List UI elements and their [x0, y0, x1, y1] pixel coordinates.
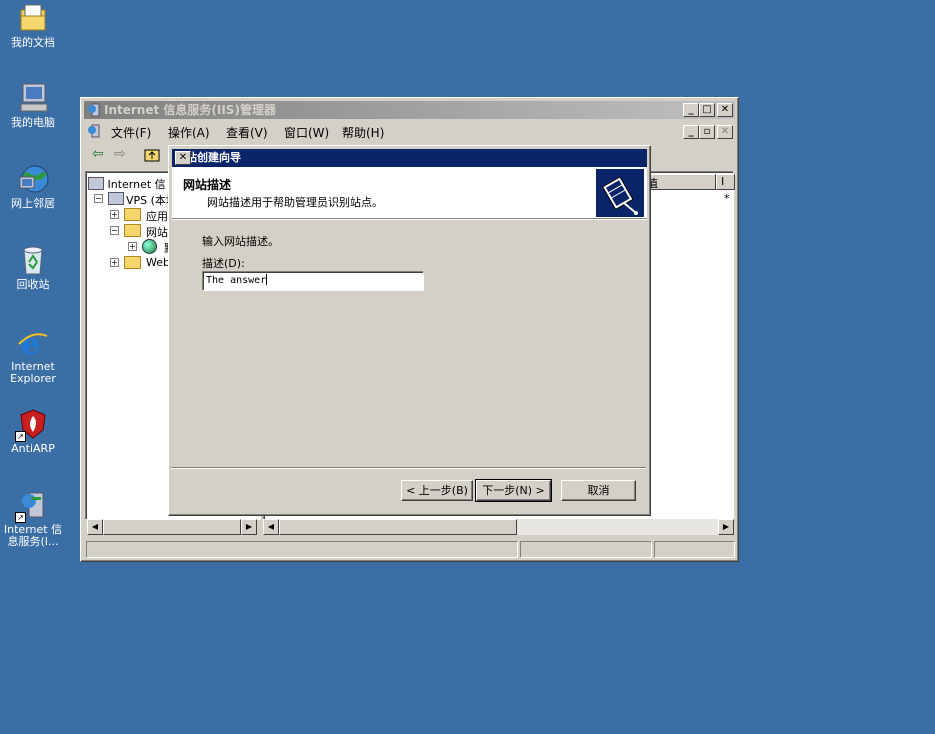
back-button[interactable]: < 上一步(B) [401, 480, 473, 501]
desktop-icon-label: Internet 信 息服务(I... [3, 523, 63, 548]
wizard-book-icon [596, 169, 644, 217]
menu-action[interactable]: 操作(A) [168, 124, 210, 141]
forward-arrow-icon[interactable]: ⇨ [114, 147, 126, 161]
wizard-header: 网站描述 网站描述用于帮助管理员识别站点。 [172, 167, 647, 219]
column-header-i[interactable]: I [716, 174, 735, 190]
my-documents-icon [17, 2, 49, 34]
iis-app-icon [87, 103, 101, 117]
detail-horizontal-scrollbar[interactable]: ◀ ▶ [263, 519, 734, 535]
scroll-left-button[interactable]: ◀ [263, 519, 279, 535]
expand-toggle[interactable]: + [110, 210, 119, 219]
desktop-icon-my-computer[interactable]: 我的电脑 [0, 82, 66, 129]
tree-horizontal-scrollbar[interactable]: ◀ ▶ [87, 519, 257, 535]
menu-help[interactable]: 帮助(H) [342, 124, 384, 141]
desktop-icon-antiarp[interactable]: ↗ AntiARP [0, 408, 66, 455]
desktop-icon-recycle-bin[interactable]: 回收站 [0, 244, 66, 291]
wizard-button-separator [171, 467, 646, 469]
menu-window[interactable]: 窗口(W) [284, 124, 329, 141]
wizard-instruction: 输入网站描述。 [202, 235, 279, 248]
desktop-icon-network-places[interactable]: 网上邻居 [0, 163, 66, 210]
iis-shortcut-icon: ↗ [15, 489, 49, 523]
status-cell-2 [520, 541, 652, 558]
antiarp-icon: ↗ [15, 408, 49, 442]
scroll-right-button[interactable]: ▶ [241, 519, 257, 535]
desktop-icon-iis[interactable]: ↗ Internet 信 息服务(I... [0, 489, 66, 548]
close-button[interactable]: ✕ [717, 103, 733, 117]
menu-bar: 文件(F) 操作(A) 查看(V) 窗口(W) 帮助(H) _ ▫ ✕ [84, 121, 735, 141]
status-cell-3 [654, 541, 735, 558]
description-input[interactable]: The answer [202, 271, 424, 291]
back-arrow-icon[interactable]: ⇦ [92, 147, 104, 161]
text-caret [266, 274, 268, 285]
collapse-toggle[interactable]: − [94, 194, 103, 203]
tree-item-iis-root[interactable]: Internet 信 [88, 176, 166, 192]
expand-toggle[interactable]: + [128, 242, 137, 251]
wizard-header-subtitle: 网站描述用于帮助管理员识别站点。 [207, 196, 383, 209]
mmc-document-icon [87, 124, 101, 138]
desktop-icon-label: 我的文档 [11, 36, 55, 49]
scroll-left-button[interactable]: ◀ [87, 519, 103, 535]
description-label: 描述(D): [202, 257, 245, 270]
column-header-value[interactable]: 值 [644, 174, 716, 190]
iis-node-icon [88, 177, 104, 190]
desktop-icon-internet-explorer[interactable]: e Internet Explorer [0, 326, 66, 385]
expand-toggle[interactable]: + [110, 258, 119, 267]
wizard-close-button[interactable]: ✕ [175, 151, 191, 165]
menu-view[interactable]: 查看(V) [226, 124, 268, 141]
desktop-icon-label: 回收站 [16, 278, 50, 291]
collapse-toggle[interactable]: − [110, 226, 119, 235]
server-icon [108, 192, 124, 205]
folder-icon [124, 256, 141, 269]
cancel-button[interactable]: 取消 [561, 480, 636, 501]
next-button[interactable]: 下一步(N) > [475, 479, 552, 502]
folder-icon [124, 208, 141, 221]
child-minimize-button[interactable]: _ [683, 125, 699, 139]
desktop-icon-label: 我的电脑 [11, 116, 55, 129]
internet-explorer-icon: e [17, 326, 49, 362]
scroll-thumb[interactable] [103, 519, 241, 535]
list-cell: * [724, 192, 730, 205]
svg-text:e: e [21, 327, 40, 358]
my-computer-icon [17, 82, 49, 114]
scroll-right-button[interactable]: ▶ [718, 519, 734, 535]
network-places-icon [17, 163, 49, 195]
up-folder-icon[interactable] [144, 148, 160, 165]
status-bar [84, 540, 735, 558]
iis-title-bar[interactable]: Internet 信息服务(IIS)管理器 _ □ ✕ [84, 101, 735, 119]
child-restore-button[interactable]: ▫ [699, 125, 715, 139]
minimize-button[interactable]: _ [683, 103, 699, 117]
shortcut-arrow-icon: ↗ [15, 431, 26, 442]
globe-icon [142, 239, 157, 254]
scroll-thumb[interactable] [279, 519, 517, 535]
folder-open-icon [124, 224, 141, 237]
wizard-header-title: 网站描述 [183, 178, 232, 192]
status-cell-main [86, 541, 518, 558]
maximize-button[interactable]: □ [699, 103, 715, 117]
child-close-button[interactable]: ✕ [717, 125, 733, 139]
wizard-title-bar[interactable]: 网站创建向导 ✕ [172, 149, 647, 167]
website-creation-wizard-dialog[interactable]: 网站创建向导 ✕ 网站描述 网站描述用于帮助管理员识别站点。 [168, 145, 651, 516]
desktop-icon-label: AntiARP [11, 442, 55, 455]
shortcut-arrow-icon: ↗ [15, 512, 26, 523]
recycle-bin-icon [17, 244, 49, 276]
desktop-icon-label: 网上邻居 [11, 197, 55, 210]
iis-window-title: Internet 信息服务(IIS)管理器 [104, 103, 276, 117]
desktop-icon-my-documents[interactable]: 我的文档 [0, 2, 66, 49]
desktop-icon-label: Internet Explorer [10, 360, 56, 385]
menu-file[interactable]: 文件(F) [111, 124, 151, 141]
